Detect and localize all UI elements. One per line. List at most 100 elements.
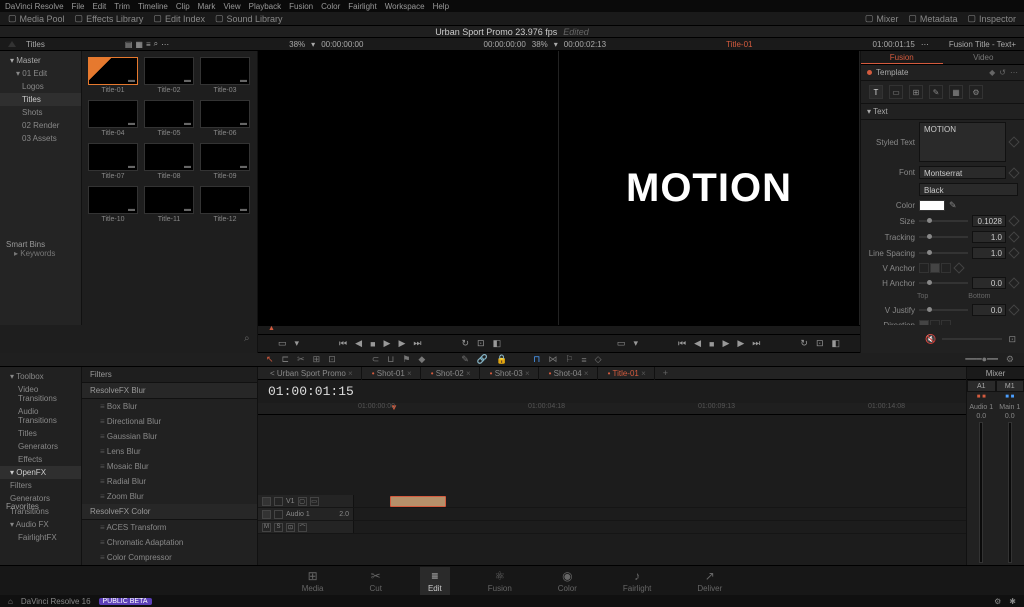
menu-color[interactable]: Color: [321, 2, 340, 11]
match-icon[interactable]: ⊡: [816, 338, 824, 349]
loop-icon[interactable]: ↻: [800, 338, 808, 349]
stop-icon[interactable]: ■: [370, 339, 375, 349]
keyframe-icon[interactable]: [1008, 247, 1019, 258]
toolbar-effects-library[interactable]: Effects Library: [75, 13, 144, 24]
transform-tab-icon[interactable]: ⊞: [909, 85, 923, 99]
trim-tool-icon[interactable]: ⊏: [282, 354, 290, 365]
font-select[interactable]: Montserrat: [919, 166, 1006, 179]
clip-thumbnail[interactable]: Title-07: [88, 143, 138, 180]
menu-icon[interactable]: ⋯: [161, 40, 169, 49]
search-icon[interactable]: ⌕: [154, 39, 158, 49]
project-settings-icon[interactable]: ⚙: [994, 597, 1001, 606]
vjustify-value[interactable]: 0.0: [972, 304, 1006, 316]
fx-tree-item[interactable]: Effects: [0, 453, 81, 466]
keywords-item[interactable]: ▸ Keywords: [6, 249, 76, 258]
fx-item[interactable]: Radial Blur: [82, 474, 257, 489]
keyframe-icon[interactable]: [1008, 231, 1019, 242]
fx-tree-item[interactable]: FairlightFX: [0, 531, 81, 544]
fx-tree-item[interactable]: Filters: [0, 479, 81, 492]
hanchor-slider[interactable]: [919, 282, 968, 284]
menu-playback[interactable]: Playback: [249, 2, 281, 11]
color-swatch[interactable]: [919, 200, 945, 211]
options-icon[interactable]: ⚙: [1006, 354, 1014, 365]
clip-thumbnail[interactable]: Title-02: [144, 57, 194, 94]
menu-workspace[interactable]: Workspace: [385, 2, 425, 11]
page-deliver[interactable]: ↗Deliver: [689, 567, 730, 595]
fx-tree-item[interactable]: ▾ Toolbox: [0, 370, 81, 383]
sidebar-master[interactable]: Master: [0, 54, 81, 67]
menu-fairlight[interactable]: Fairlight: [348, 2, 376, 11]
position-lock-icon[interactable]: 🔒: [496, 354, 507, 365]
toolbar-media-pool[interactable]: Media Pool: [8, 13, 65, 24]
menu-fusion[interactable]: Fusion: [289, 2, 313, 11]
linespacing-value[interactable]: 1.0: [972, 247, 1006, 259]
video-clip[interactable]: [390, 496, 446, 507]
first-frame-icon[interactable]: ⏮: [339, 338, 347, 349]
page-cut[interactable]: ✂Cut: [362, 567, 390, 595]
image-tab-icon[interactable]: ▦: [949, 85, 963, 99]
viewer-mode-icon[interactable]: ▭: [617, 338, 626, 349]
link-icon[interactable]: ⊂: [372, 354, 380, 365]
insert-icon[interactable]: ⊞: [313, 354, 321, 365]
fx-item[interactable]: Box Blur: [82, 399, 257, 414]
snap-icon[interactable]: ⊔: [387, 354, 394, 365]
menu-mark[interactable]: Mark: [198, 2, 216, 11]
tracking-slider[interactable]: [919, 236, 968, 238]
fx-tree-item[interactable]: Audio Transitions: [0, 405, 81, 427]
view-icon[interactable]: ▤: [125, 40, 133, 49]
mute-toggle[interactable]: M: [262, 523, 271, 532]
size-slider[interactable]: [919, 220, 968, 222]
play-icon[interactable]: ▶: [384, 338, 391, 349]
arrow-tool-icon[interactable]: ↖: [266, 354, 274, 365]
next-frame-icon[interactable]: ▶: [398, 338, 405, 349]
flag-toggle-icon[interactable]: ⚐: [565, 354, 573, 365]
page-edit[interactable]: ≡Edit: [420, 567, 450, 595]
source-viewer[interactable]: [258, 51, 559, 325]
keyframe-icon[interactable]: [1008, 136, 1019, 147]
blade-tool-icon[interactable]: ✂: [297, 354, 305, 365]
fx-tree-item[interactable]: Video Transitions: [0, 383, 81, 405]
clip-thumbnail[interactable]: Title-01: [88, 57, 138, 94]
marker-toggle-icon[interactable]: ◇: [595, 354, 602, 365]
fx-category[interactable]: ResolveFX Color: [82, 504, 257, 520]
fx-item[interactable]: Mosaic Blur: [82, 459, 257, 474]
timeline-scrubber[interactable]: [559, 325, 860, 335]
settings-tab-icon[interactable]: ⚙: [969, 85, 983, 99]
mark-icon[interactable]: ◧: [831, 338, 840, 349]
menu-icon[interactable]: ⋯: [1010, 68, 1018, 77]
curve-toggle[interactable]: ⌒: [298, 523, 307, 532]
first-frame-icon[interactable]: ⏮: [678, 338, 686, 349]
flag-icon[interactable]: ⚑: [402, 354, 410, 365]
solo-toggle[interactable]: S: [274, 523, 283, 532]
sidebar-item[interactable]: Logos: [0, 80, 81, 93]
source-scrubber[interactable]: [258, 325, 559, 335]
keyframe-icon[interactable]: [1008, 167, 1019, 178]
fx-item[interactable]: Zoom Blur: [82, 489, 257, 504]
inspector-tab-fusion[interactable]: Fusion: [861, 51, 943, 64]
viewer-mode-icon[interactable]: ▭: [278, 338, 287, 349]
clip-thumbnail[interactable]: Title-05: [144, 100, 194, 137]
timeline-tab[interactable]: < Urban Sport Promo: [262, 367, 362, 380]
sidebar-item[interactable]: 02 Render: [0, 119, 81, 132]
fx-tree-item[interactable]: Generators: [0, 440, 81, 453]
timeline-tab[interactable]: Shot-04: [541, 367, 598, 380]
clip-thumbnail[interactable]: Title-08: [144, 143, 194, 180]
fx-item[interactable]: Chromatic Adaptation: [82, 535, 257, 550]
menu-timeline[interactable]: Timeline: [138, 2, 168, 11]
menu-icon[interactable]: ⋯: [921, 40, 929, 49]
prev-frame-icon[interactable]: ◀: [355, 338, 362, 349]
fx-tree-item[interactable]: ▾ Audio FX: [0, 518, 81, 531]
add-tab-icon[interactable]: +: [657, 368, 674, 378]
menu-clip[interactable]: Clip: [176, 2, 190, 11]
fx-item[interactable]: Gaussian Blur: [82, 429, 257, 444]
track-dest-icon[interactable]: ▭: [310, 497, 319, 506]
list-icon[interactable]: ≡: [581, 355, 586, 365]
page-color[interactable]: ◉Color: [550, 567, 585, 595]
sidebar-item[interactable]: Shots: [0, 106, 81, 119]
inspector-tab-video[interactable]: Video: [943, 51, 1024, 64]
loop-icon[interactable]: ↻: [461, 338, 469, 349]
track-enable-toggle[interactable]: [262, 510, 271, 519]
toolbar-metadata[interactable]: Metadata: [908, 13, 957, 24]
last-frame-icon[interactable]: ⏭: [752, 338, 760, 349]
razor-icon[interactable]: ✎: [461, 354, 469, 365]
